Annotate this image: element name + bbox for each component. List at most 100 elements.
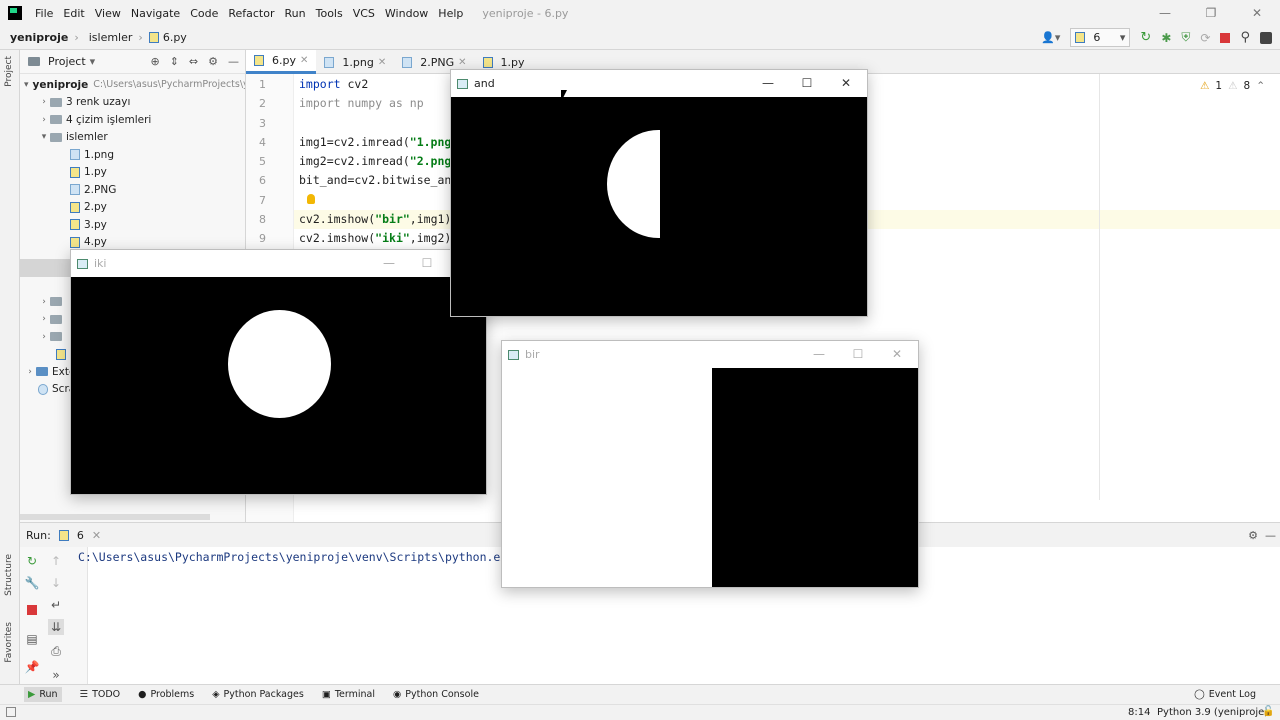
close-button[interactable]: ✕ — [1234, 6, 1280, 20]
tree-item[interactable]: › 4 çizim işlemleri — [20, 111, 245, 129]
tree-item[interactable]: 3.py — [20, 216, 245, 234]
opencv-window-iki[interactable]: iki — ☐ — [70, 249, 487, 495]
menu-vcs[interactable]: VCS — [348, 7, 380, 20]
rerun-icon[interactable]: ↻ — [24, 553, 40, 569]
terminal-tool-button[interactable]: ▣ Terminal — [322, 689, 375, 700]
python-console-tool-button[interactable]: ◉ Python Console — [393, 689, 479, 700]
profile-icon[interactable]: ⟳ — [1200, 31, 1210, 45]
up-arrow-icon[interactable]: ↑ — [48, 553, 64, 569]
menu-navigate[interactable]: Navigate — [126, 7, 185, 20]
hide-icon[interactable]: — — [1265, 529, 1276, 542]
chevron-down-icon: ▾ — [1119, 31, 1126, 44]
project-tool-tab[interactable]: Project — [4, 56, 14, 87]
minimize-button[interactable]: — — [370, 250, 408, 277]
breadcrumb-folder[interactable]: islemler — [79, 31, 139, 44]
tree-item-label: 3.py — [84, 218, 107, 231]
stop-icon[interactable] — [24, 603, 40, 619]
breadcrumb-file[interactable]: 6.py — [163, 31, 193, 44]
favorites-tool-tab[interactable]: Favorites — [4, 622, 14, 663]
scroll-to-end-icon[interactable]: ⇊ — [48, 619, 64, 635]
window-titlebar[interactable]: and — ☐ ✕ — [451, 70, 867, 97]
pin-icon[interactable]: 📌 — [24, 659, 40, 675]
tree-item[interactable]: 2.PNG — [20, 181, 245, 199]
window-title: bir — [525, 348, 540, 361]
project-panel-title[interactable]: Project — [48, 55, 86, 68]
coverage-icon[interactable]: ⛨ — [1181, 30, 1190, 45]
debug-icon[interactable]: ✱ — [1161, 31, 1171, 45]
tree-item[interactable]: › 3 renk uzayı — [20, 94, 245, 112]
run-configuration-label: 6 — [1093, 31, 1101, 44]
expand-all-icon[interactable]: ⇕ — [170, 55, 179, 68]
soft-wrap-icon[interactable]: ↵ — [48, 597, 64, 613]
menu-refactor[interactable]: Refactor — [223, 7, 279, 20]
minimize-button[interactable]: — — [749, 70, 787, 97]
menu-help[interactable]: Help — [433, 7, 468, 20]
inspection-widget[interactable]: ⚠ 1 ⚠ 8 ⌃ — [1200, 80, 1265, 92]
tab-6py[interactable]: 6.py ✕ — [246, 50, 317, 74]
breadcrumb-project[interactable]: yeniproje — [0, 31, 74, 44]
more-icon[interactable]: » — [48, 667, 64, 683]
chevron-up-icon[interactable]: ⌃ — [1256, 80, 1265, 92]
menu-tools[interactable]: Tools — [311, 7, 348, 20]
settings-icon[interactable] — [1260, 31, 1272, 44]
todo-tool-button[interactable]: ☰ TODO — [80, 689, 121, 700]
close-button[interactable]: ✕ — [878, 341, 916, 368]
horizontal-scrollbar[interactable] — [20, 514, 210, 520]
python-file-icon — [254, 55, 264, 66]
print-icon[interactable]: ⎙ — [48, 643, 64, 659]
close-tab-icon[interactable]: ✕ — [92, 529, 101, 542]
toggle-tool-windows-icon[interactable] — [6, 707, 16, 717]
stop-icon[interactable] — [1220, 32, 1231, 43]
rerun-icon[interactable]: ↻ — [1140, 30, 1151, 45]
close-tab-icon[interactable]: ✕ — [378, 57, 386, 68]
lock-icon[interactable]: 🔓 — [1262, 706, 1274, 717]
user-icon[interactable]: 👤▾ — [1041, 31, 1060, 44]
gear-icon[interactable]: ⚙ — [1248, 529, 1258, 542]
tree-item[interactable]: ▾ islemler — [20, 129, 245, 147]
window-titlebar[interactable]: bir — ☐ ✕ — [502, 341, 918, 368]
event-log-button[interactable]: ◯ Event Log — [1194, 689, 1256, 700]
wrench-icon[interactable]: 🔧 — [24, 575, 40, 591]
close-tab-icon[interactable]: ✕ — [458, 57, 466, 68]
maximize-button[interactable]: ☐ — [839, 341, 877, 368]
menu-code[interactable]: Code — [185, 7, 223, 20]
menu-window[interactable]: Window — [380, 7, 433, 20]
menu-file[interactable]: File — [30, 7, 58, 20]
close-tab-icon[interactable]: ✕ — [300, 55, 308, 66]
maximize-button[interactable]: ❐ — [1188, 6, 1234, 20]
menu-run[interactable]: Run — [280, 7, 311, 20]
locate-icon[interactable]: ⊕ — [150, 55, 159, 68]
opencv-window-and[interactable]: and — ☐ ✕ — [450, 69, 868, 317]
layout-icon[interactable]: ▤ — [24, 631, 40, 647]
run-configuration-select[interactable]: 6 ▾ — [1070, 28, 1131, 47]
caret-position[interactable]: 8:14 — [1128, 707, 1150, 718]
collapse-all-icon[interactable]: ⇔ — [189, 55, 198, 68]
maximize-button[interactable]: ☐ — [408, 250, 446, 277]
python-packages-tool-button[interactable]: ◈ Python Packages — [212, 689, 304, 700]
window-titlebar[interactable]: iki — ☐ — [71, 250, 486, 277]
lightbulb-icon[interactable] — [307, 193, 315, 204]
structure-tool-tab[interactable]: Structure — [4, 554, 14, 596]
close-button[interactable]: ✕ — [827, 70, 865, 97]
hide-icon[interactable]: — — [228, 55, 239, 68]
run-tab[interactable]: 6 — [77, 529, 84, 542]
tree-item-root[interactable]: ▾ yeniproje C:\Users\asus\PycharmProject… — [20, 76, 245, 94]
tree-item[interactable]: 1.py — [20, 164, 245, 182]
minimize-button[interactable]: — — [800, 341, 838, 368]
tree-item[interactable]: 1.png — [20, 146, 245, 164]
maximize-button[interactable]: ☐ — [788, 70, 826, 97]
tab-1png[interactable]: 1.png ✕ — [316, 50, 394, 74]
run-tool-button[interactable]: ▶ Run — [24, 687, 62, 702]
down-arrow-icon[interactable]: ↓ — [48, 575, 64, 591]
chevron-down-icon[interactable]: ▾ — [90, 55, 96, 68]
menu-view[interactable]: View — [90, 7, 126, 20]
gear-icon[interactable]: ⚙ — [208, 55, 218, 68]
tree-item[interactable]: 2.py — [20, 199, 245, 217]
problems-tool-button[interactable]: ● Problems — [138, 689, 194, 700]
menu-edit[interactable]: Edit — [58, 7, 89, 20]
opencv-window-bir[interactable]: bir — ☐ ✕ — [501, 340, 919, 588]
python-file-icon — [70, 236, 80, 248]
search-icon[interactable]: ⚲ — [1240, 30, 1250, 45]
interpreter-selector[interactable]: Python 3.9 (yeniproje) — [1157, 707, 1268, 718]
minimize-button[interactable]: — — [1142, 6, 1188, 20]
